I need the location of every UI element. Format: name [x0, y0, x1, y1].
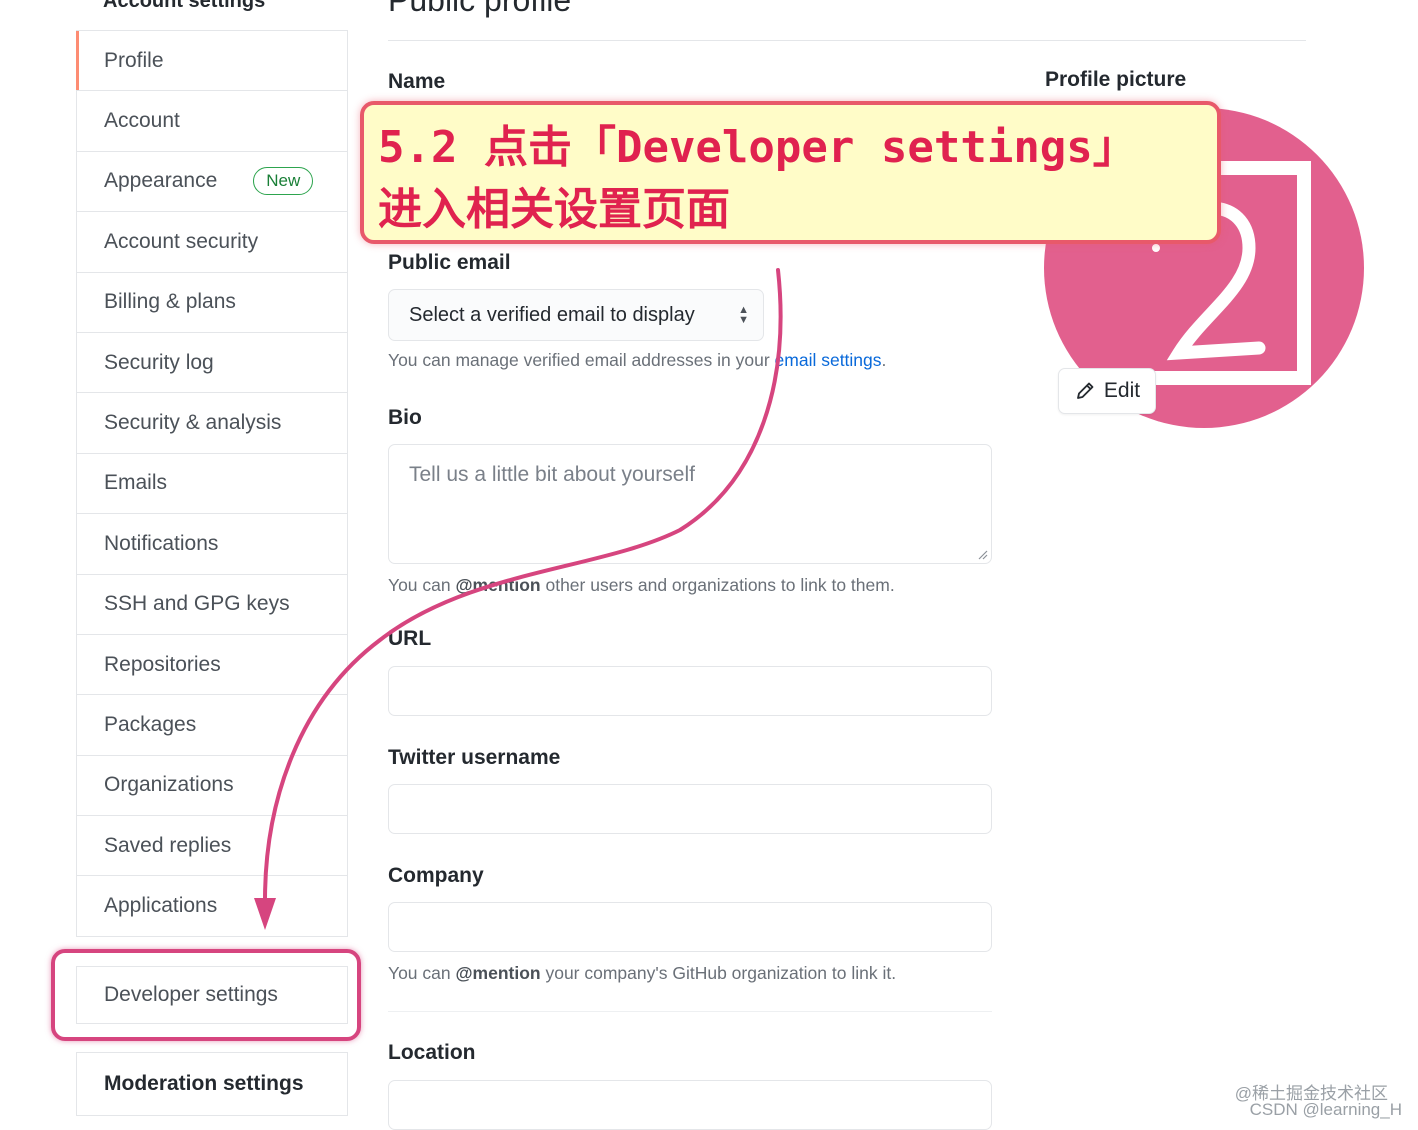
sidebar-item-account-security[interactable]: Account security: [77, 212, 347, 273]
annotation-line-2: 进入相关设置页面: [378, 184, 730, 235]
sidebar-item-applications[interactable]: Applications: [77, 876, 347, 937]
sidebar-item-ssh-gpg-keys[interactable]: SSH and GPG keys: [77, 575, 347, 635]
section-divider: [388, 1011, 992, 1012]
bio-note-suffix: other users and organizations to link to…: [540, 575, 895, 595]
public-email-label: Public email: [388, 251, 511, 274]
sidebar-item-moderation-settings[interactable]: Moderation settings: [76, 1052, 348, 1116]
email-settings-link[interactable]: email settings: [775, 350, 882, 370]
email-note-text: You can manage verified email addresses …: [388, 350, 775, 370]
sidebar-item-label: Account security: [104, 229, 259, 253]
url-label: URL: [388, 627, 432, 650]
sidebar-item-packages[interactable]: Packages: [77, 695, 347, 756]
bio-note: You can @mention other users and organiz…: [388, 575, 895, 596]
watermark-csdn: CSDN @learning_H: [1249, 1100, 1402, 1119]
bio-note-mention: @mention: [455, 575, 541, 595]
sidebar-item-label: Saved replies: [104, 833, 232, 857]
page-title: Public profile: [388, 0, 572, 18]
sidebar-item-label: Moderation settings: [104, 1072, 304, 1095]
select-arrows-icon: ▲ ▼: [738, 304, 749, 326]
sidebar-item-label: Applications: [104, 894, 218, 918]
edit-label: Edit: [1103, 379, 1141, 402]
new-badge: New: [253, 167, 314, 196]
bio-label: Bio: [388, 406, 422, 429]
sidebar-item-saved-replies[interactable]: Saved replies: [77, 816, 347, 877]
settings-sidebar-nav: Profile Account Appearance New Account secur…: [76, 30, 348, 937]
sidebar-item-label: Account: [104, 109, 180, 133]
bio-placeholder: Tell us a little bit about yourself: [409, 463, 695, 486]
bio-note-prefix: You can: [388, 575, 456, 595]
company-label: Company: [388, 864, 484, 887]
name-label: Name: [388, 70, 446, 93]
email-note: You can manage verified email addresses …: [388, 350, 886, 371]
sidebar-item-label: Packages: [104, 712, 197, 736]
sidebar-item-label: Appearance: [104, 169, 218, 193]
annotation-callout: 5.2 点击「Developer settings」 进入相关设置页面: [360, 101, 1221, 244]
public-email-select[interactable]: Select a verified email to display ▲ ▼: [388, 289, 764, 341]
sidebar-item-repositories[interactable]: Repositories: [77, 635, 347, 696]
sidebar-item-label: Profile: [104, 48, 164, 72]
public-email-select-value: Select a verified email to display: [409, 303, 695, 326]
email-note-suffix: .: [881, 350, 887, 370]
bio-textarea[interactable]: Tell us a little bit about yourself: [388, 444, 992, 564]
sidebar-heading: Account settings: [103, 0, 266, 12]
sidebar-item-label: Repositories: [104, 652, 221, 676]
sidebar-item-label: SSH and GPG keys: [104, 592, 290, 616]
resize-handle-icon[interactable]: [976, 548, 988, 560]
url-input[interactable]: [388, 666, 992, 716]
twitter-username-label: Twitter username: [388, 746, 561, 769]
location-input[interactable]: [388, 1080, 992, 1130]
sidebar-item-emails[interactable]: Emails: [77, 454, 347, 515]
sidebar-item-label: Emails: [104, 471, 168, 495]
pencil-icon: [1077, 382, 1094, 399]
annotation-line-1: 5.2 点击「Developer settings」: [378, 122, 1137, 173]
developer-settings-highlight: [51, 949, 361, 1041]
sidebar-item-label: Security & analysis: [104, 411, 282, 435]
sidebar-item-label: Notifications: [104, 531, 219, 555]
sidebar-item-label: Security log: [104, 350, 214, 374]
sidebar-item-billing[interactable]: Billing & plans: [77, 273, 347, 333]
sidebar-item-organizations[interactable]: Organizations: [77, 756, 347, 817]
sidebar-item-security-log[interactable]: Security log: [77, 333, 347, 394]
company-note-suffix: your company's GitHub organization to li…: [540, 963, 897, 983]
company-input[interactable]: [388, 902, 992, 952]
sidebar-item-notifications[interactable]: Notifications: [77, 514, 347, 575]
sidebar-item-label: Organizations: [104, 773, 234, 797]
location-label: Location: [388, 1041, 476, 1064]
sidebar-item-label: Billing & plans: [104, 290, 236, 314]
twitter-username-input[interactable]: [388, 784, 992, 834]
company-note-mention: @mention: [455, 963, 541, 983]
sidebar-item-profile[interactable]: Profile: [76, 31, 347, 92]
edit-profile-picture-button[interactable]: Edit: [1058, 368, 1156, 414]
sidebar-item-account[interactable]: Account: [77, 91, 347, 152]
sidebar-item-security-analysis[interactable]: Security & analysis: [77, 393, 347, 454]
company-note: You can @mention your company's GitHub o…: [388, 963, 896, 984]
sidebar-item-appearance[interactable]: Appearance New: [77, 152, 347, 213]
company-note-prefix: You can: [388, 963, 456, 983]
title-divider: [388, 40, 1306, 41]
profile-picture-label: Profile picture: [1045, 68, 1187, 91]
